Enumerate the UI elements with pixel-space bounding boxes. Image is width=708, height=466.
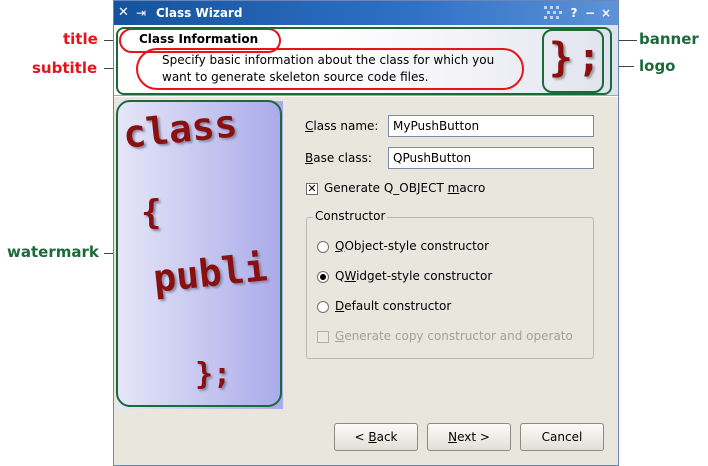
qobject-constructor-radio[interactable] bbox=[317, 241, 329, 253]
generate-macro-checkbox[interactable]: ✕ bbox=[306, 183, 318, 195]
banner-highlight-oval bbox=[116, 27, 612, 95]
logo-highlight-oval bbox=[542, 29, 604, 93]
close-button[interactable]: × bbox=[598, 5, 614, 21]
title-bar[interactable]: ✕ ⇥ Class Wizard ? − × bbox=[114, 1, 618, 25]
cancel-button[interactable]: Cancel bbox=[520, 423, 604, 451]
callout-banner: banner bbox=[639, 30, 699, 48]
watermark-highlight-oval bbox=[116, 100, 282, 407]
back-button[interactable]: < Back bbox=[334, 423, 418, 451]
default-constructor-radio[interactable] bbox=[317, 301, 329, 313]
copy-constructor-checkbox[interactable] bbox=[317, 331, 329, 343]
app-menu-icon[interactable]: ✕ bbox=[118, 5, 134, 21]
callout-logo: logo bbox=[639, 57, 676, 75]
base-class-label: Base class: bbox=[305, 151, 372, 165]
copy-constructor-label[interactable]: Generate copy constructor and operato bbox=[335, 329, 593, 343]
pin-icon[interactable]: ⇥ bbox=[136, 5, 150, 21]
callout-banner-arrow bbox=[617, 40, 637, 41]
help-button[interactable]: ? bbox=[566, 5, 582, 21]
callout-title: title bbox=[63, 30, 98, 48]
qobject-constructor-label[interactable]: QObject-style constructor bbox=[335, 239, 489, 253]
next-button[interactable]: Next > bbox=[427, 423, 511, 451]
class-name-field[interactable] bbox=[388, 115, 594, 137]
base-class-field[interactable] bbox=[388, 147, 594, 169]
generate-macro-label[interactable]: Generate Q_OBJECT macro bbox=[324, 181, 485, 195]
minimize-button[interactable]: − bbox=[582, 5, 598, 21]
constructor-group-title: Constructor bbox=[313, 209, 388, 223]
header-divider-highlight bbox=[114, 96, 618, 97]
qwidget-constructor-label[interactable]: QWidget-style constructor bbox=[335, 269, 492, 283]
default-constructor-label[interactable]: Default constructor bbox=[335, 299, 451, 313]
titlebar-decoration-icon bbox=[544, 6, 562, 20]
class-name-label: Class name: bbox=[305, 119, 379, 133]
qwidget-constructor-radio[interactable] bbox=[317, 271, 329, 283]
callout-subtitle: subtitle bbox=[32, 59, 98, 77]
callout-watermark: watermark bbox=[7, 243, 99, 261]
window-title: Class Wizard bbox=[156, 6, 243, 20]
